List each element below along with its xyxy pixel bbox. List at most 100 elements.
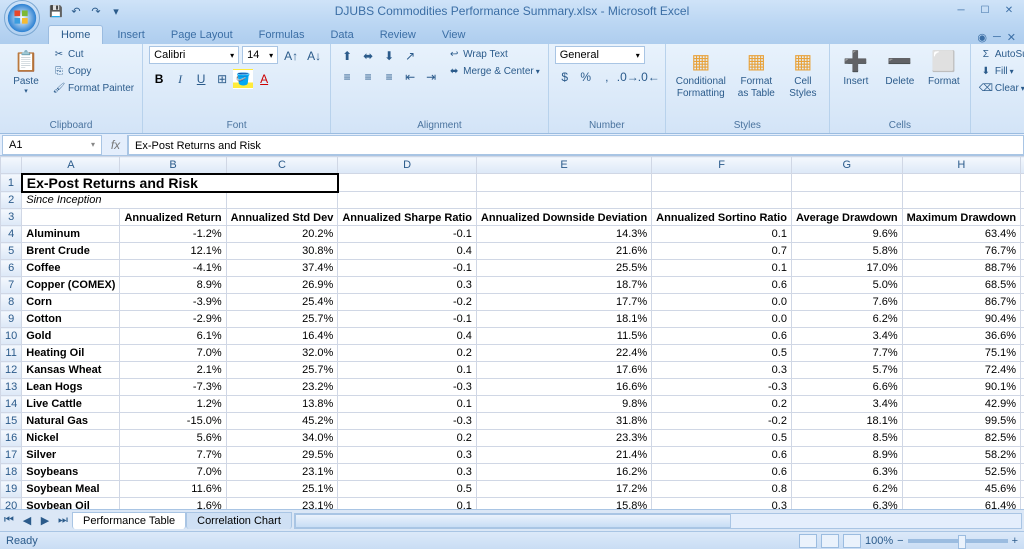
- cell-D18[interactable]: 0.3: [338, 464, 477, 481]
- row-header-20[interactable]: 20: [1, 498, 22, 510]
- font-name-combo[interactable]: Calibri▾: [149, 46, 239, 64]
- underline-button[interactable]: U: [191, 69, 211, 89]
- clear-button[interactable]: ⌫Clear▾: [977, 80, 1024, 96]
- cell-A5[interactable]: Brent Crude: [22, 243, 120, 260]
- cell-A12[interactable]: Kansas Wheat: [22, 362, 120, 379]
- header-Average Drawdown[interactable]: Average Drawdown: [791, 209, 902, 226]
- minimize-button[interactable]: ─: [950, 2, 972, 18]
- cell-G5[interactable]: 5.8%: [791, 243, 902, 260]
- italic-button[interactable]: I: [170, 69, 190, 89]
- cell-B8[interactable]: -3.9%: [120, 294, 226, 311]
- cell-G10[interactable]: 3.4%: [791, 328, 902, 345]
- row-header-8[interactable]: 8: [1, 294, 22, 311]
- col-header-H[interactable]: H: [902, 157, 1020, 174]
- cell-H9[interactable]: 90.4%: [902, 311, 1020, 328]
- format-as-table-button[interactable]: ▦Format as Table: [734, 46, 779, 102]
- cell-C8[interactable]: 25.4%: [226, 294, 338, 311]
- font-size-combo[interactable]: 14▾: [242, 46, 278, 64]
- cell-E7[interactable]: 18.7%: [476, 277, 651, 294]
- cell-F6[interactable]: 0.1: [652, 260, 792, 277]
- align-right-button[interactable]: ≡: [379, 67, 399, 87]
- cell-F13[interactable]: -0.3: [652, 379, 792, 396]
- col-header-C[interactable]: C: [226, 157, 338, 174]
- cell-D4[interactable]: -0.1: [338, 226, 477, 243]
- cell[interactable]: [652, 174, 792, 192]
- ribbon-tab-page-layout[interactable]: Page Layout: [159, 26, 245, 44]
- align-middle-button[interactable]: ⬌: [358, 46, 378, 66]
- select-all-cell[interactable]: [1, 157, 22, 174]
- format-painter-button[interactable]: 🖌Format Painter: [50, 80, 136, 96]
- cell-F19[interactable]: 0.8: [652, 481, 792, 498]
- cell-B16[interactable]: 5.6%: [120, 430, 226, 447]
- header-Annualized Sortino Ratio[interactable]: Annualized Sortino Ratio: [652, 209, 792, 226]
- cell-G4[interactable]: 9.6%: [791, 226, 902, 243]
- zoom-in-button[interactable]: +: [1012, 535, 1018, 547]
- increase-decimal-button[interactable]: .0→: [618, 67, 638, 87]
- cell-C15[interactable]: 45.2%: [226, 413, 338, 430]
- horizontal-scrollbar[interactable]: [294, 513, 1022, 529]
- close-button[interactable]: ✕: [998, 2, 1020, 18]
- qat-undo-icon[interactable]: ↶: [68, 3, 84, 19]
- row-header-2[interactable]: 2: [1, 192, 22, 209]
- formula-bar[interactable]: Ex-Post Returns and Risk: [128, 135, 1024, 155]
- sheet-tab-other[interactable]: Correlation Chart: [186, 512, 292, 529]
- cell-D14[interactable]: 0.1: [338, 396, 477, 413]
- cell-A9[interactable]: Cotton: [22, 311, 120, 328]
- cell-F17[interactable]: 0.6: [652, 447, 792, 464]
- cell-F14[interactable]: 0.2: [652, 396, 792, 413]
- percent-button[interactable]: %: [576, 67, 596, 87]
- cell-G16[interactable]: 8.5%: [791, 430, 902, 447]
- cell-E6[interactable]: 25.5%: [476, 260, 651, 277]
- header-Annualized Downside Deviation[interactable]: Annualized Downside Deviation: [476, 209, 651, 226]
- row-header-4[interactable]: 4: [1, 226, 22, 243]
- cell-A15[interactable]: Natural Gas: [22, 413, 120, 430]
- cell-G7[interactable]: 5.0%: [791, 277, 902, 294]
- ribbon-tab-insert[interactable]: Insert: [105, 26, 157, 44]
- cell-H10[interactable]: 36.6%: [902, 328, 1020, 345]
- cell-A17[interactable]: Silver: [22, 447, 120, 464]
- cell[interactable]: [338, 192, 477, 209]
- row-header-13[interactable]: 13: [1, 379, 22, 396]
- ribbon-close-icon[interactable]: ✕: [1007, 31, 1016, 44]
- sheet-tab-active[interactable]: Performance Table: [72, 512, 186, 529]
- cell[interactable]: [476, 192, 651, 209]
- cell-E11[interactable]: 22.4%: [476, 345, 651, 362]
- copy-button[interactable]: ⎘Copy: [50, 63, 136, 79]
- cell-H14[interactable]: 42.9%: [902, 396, 1020, 413]
- cell-D10[interactable]: 0.4: [338, 328, 477, 345]
- cell-H13[interactable]: 90.1%: [902, 379, 1020, 396]
- cell[interactable]: [476, 174, 651, 192]
- cell[interactable]: [338, 174, 477, 192]
- cell-G19[interactable]: 6.2%: [791, 481, 902, 498]
- wrap-text-button[interactable]: ↩Wrap Text: [445, 46, 542, 62]
- ribbon-tab-data[interactable]: Data: [318, 26, 365, 44]
- cell-B10[interactable]: 6.1%: [120, 328, 226, 345]
- cell-I5[interactable]: 0.1: [1021, 243, 1024, 260]
- ribbon-tab-home[interactable]: Home: [48, 25, 103, 44]
- cell-G18[interactable]: 6.3%: [791, 464, 902, 481]
- cell-I4[interactable]: 0.0: [1021, 226, 1024, 243]
- cell-A18[interactable]: Soybeans: [22, 464, 120, 481]
- cell-E13[interactable]: 16.6%: [476, 379, 651, 396]
- cell-E12[interactable]: 17.6%: [476, 362, 651, 379]
- cell-I7[interactable]: 0.1: [1021, 277, 1024, 294]
- cell-B5[interactable]: 12.1%: [120, 243, 226, 260]
- cell-H7[interactable]: 68.5%: [902, 277, 1020, 294]
- cell-H8[interactable]: 86.7%: [902, 294, 1020, 311]
- cell-I6[interactable]: 0.0: [1021, 260, 1024, 277]
- cell-I10[interactable]: 0.1: [1021, 328, 1024, 345]
- delete-cells-button[interactable]: ➖Delete: [880, 46, 920, 90]
- grow-font-button[interactable]: A↑: [281, 46, 301, 66]
- cell-E20[interactable]: 15.8%: [476, 498, 651, 510]
- cell-E10[interactable]: 11.5%: [476, 328, 651, 345]
- header-name[interactable]: [22, 209, 120, 226]
- cell-H17[interactable]: 58.2%: [902, 447, 1020, 464]
- increase-indent-button[interactable]: ⇥: [421, 67, 441, 87]
- header-Annualized Sharpe Ratio[interactable]: Annualized Sharpe Ratio: [338, 209, 477, 226]
- cell-F9[interactable]: 0.0: [652, 311, 792, 328]
- zoom-slider[interactable]: [908, 539, 1008, 543]
- autosum-button[interactable]: ΣAutoSum▾: [977, 46, 1024, 62]
- cell-C9[interactable]: 25.7%: [226, 311, 338, 328]
- sheet-nav-first[interactable]: ⏮: [0, 512, 18, 530]
- font-color-button[interactable]: A: [254, 69, 274, 89]
